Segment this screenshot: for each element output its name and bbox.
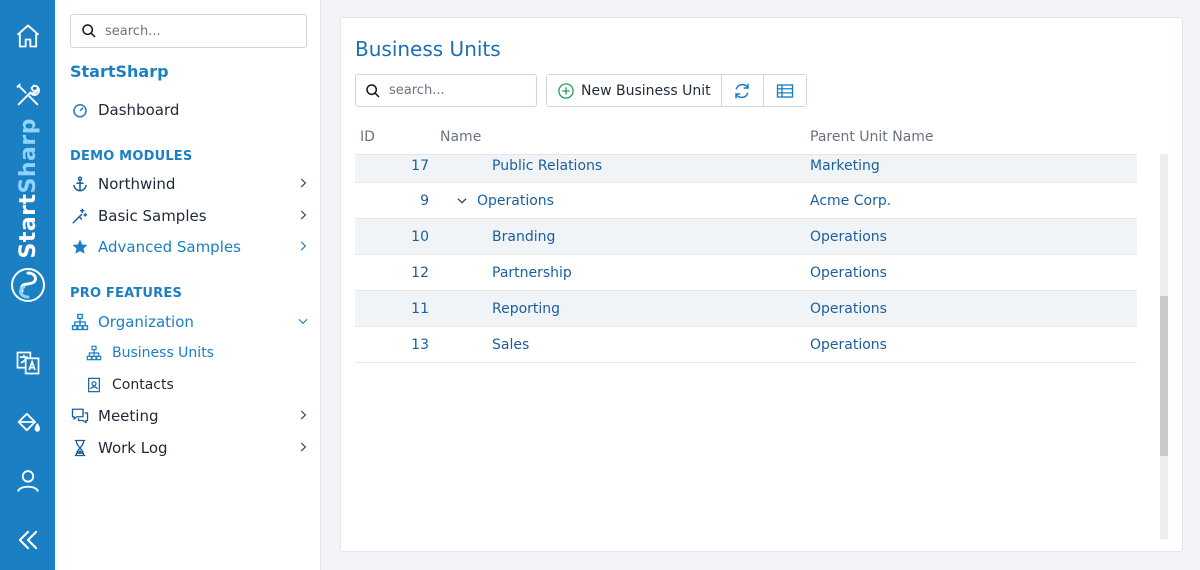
table-row[interactable]: 17 Public Relations Marketing [355, 154, 1137, 183]
nav-basic-samples[interactable]: Basic Samples [70, 203, 310, 229]
chat-icon [70, 406, 90, 426]
new-business-unit-button[interactable]: New Business Unit [547, 75, 722, 106]
nav-work-log[interactable]: Work Log [70, 435, 310, 461]
org-chart-icon [84, 343, 104, 363]
section-pro-features: PRO FEATURES [70, 286, 183, 301]
cell-name[interactable]: Branding [492, 229, 555, 245]
search-icon [366, 83, 380, 98]
logo-swirl-icon [11, 267, 45, 302]
translate-icon[interactable] [0, 343, 55, 383]
wand-icon [70, 206, 90, 226]
cell-parent[interactable]: Marketing [810, 158, 880, 174]
refresh-button[interactable] [721, 75, 764, 106]
column-picker-button[interactable] [763, 75, 806, 106]
grid-toolbar: New Business Unit [546, 74, 807, 107]
nav-dashboard[interactable]: Dashboard [70, 97, 310, 123]
nav-business-units-label: Business Units [112, 345, 214, 361]
nav-dashboard-label: Dashboard [98, 101, 180, 119]
cell-id: 9 [420, 193, 429, 209]
brand-part-1: Start [15, 193, 41, 259]
star-icon [70, 237, 90, 257]
app-title[interactable]: StartSharp [70, 62, 169, 81]
cell-id: 17 [411, 158, 429, 174]
home-icon[interactable] [0, 16, 55, 56]
chevron-right-icon [300, 178, 307, 188]
cell-id: 11 [411, 301, 429, 317]
chevron-down-icon [298, 318, 308, 325]
brand-part-2: Sharp [15, 118, 41, 194]
contact-card-icon [84, 375, 104, 395]
nav-northwind-label: Northwind [98, 175, 176, 193]
nav-business-units[interactable]: Business Units [84, 341, 304, 365]
table-row[interactable]: 10 Branding Operations [355, 219, 1137, 255]
cell-parent[interactable]: Acme Corp. [810, 193, 891, 209]
sidebar-search[interactable] [70, 14, 307, 48]
chevron-right-icon [300, 210, 307, 220]
cell-name[interactable]: Operations [477, 193, 554, 209]
add-circle-icon [558, 82, 574, 99]
brand-logo: StartSharp [9, 118, 47, 318]
refresh-icon [735, 83, 749, 98]
nav-basic-samples-label: Basic Samples [98, 207, 207, 225]
table-row[interactable]: 11 Reporting Operations [355, 291, 1137, 327]
nav-work-log-label: Work Log [98, 439, 168, 457]
grid-search-input[interactable] [389, 83, 529, 98]
nav-contacts[interactable]: Contacts [84, 373, 304, 397]
table-row[interactable]: 9 Operations Acme Corp. [355, 183, 1137, 219]
column-header-name[interactable]: Name [440, 129, 481, 145]
cell-id: 12 [411, 265, 429, 281]
column-header-id[interactable]: ID [360, 129, 375, 145]
cell-name[interactable]: Reporting [492, 301, 560, 317]
paint-bucket-icon[interactable] [0, 402, 55, 442]
nav-advanced-samples-label: Advanced Samples [98, 238, 241, 256]
column-header-parent[interactable]: Parent Unit Name [810, 129, 934, 145]
cell-name[interactable]: Partnership [492, 265, 572, 281]
chevron-right-icon [300, 241, 307, 251]
app-rail: StartSharp [0, 0, 55, 570]
dashboard-icon [70, 100, 90, 120]
table-row[interactable]: 12 Partnership Operations [355, 255, 1137, 291]
anchor-icon [70, 174, 90, 194]
grid-body: 17 Public Relations Marketing 9 Operatio… [355, 154, 1137, 363]
section-demo-modules: DEMO MODULES [70, 149, 193, 164]
cell-id: 13 [411, 337, 429, 353]
nav-meeting-label: Meeting [98, 407, 159, 425]
hourglass-icon [70, 438, 90, 458]
cell-parent[interactable]: Operations [810, 265, 887, 281]
new-business-unit-label: New Business Unit [581, 82, 711, 99]
main-panel: Business Units New Business Unit ID Name… [340, 17, 1183, 552]
grid-scrollbar[interactable] [1160, 154, 1168, 539]
user-icon[interactable] [0, 461, 55, 501]
sidebar: StartSharp Dashboard DEMO MODULES Northw… [55, 0, 321, 570]
grid-scrollbar-thumb[interactable] [1160, 296, 1168, 456]
sidebar-search-input[interactable] [105, 23, 295, 39]
cell-name-group: Operations [455, 193, 554, 209]
cell-parent[interactable]: Operations [810, 301, 887, 317]
grid-search[interactable] [355, 74, 537, 107]
chevron-right-icon [300, 410, 307, 420]
search-icon [82, 24, 96, 38]
table-columns-icon [776, 83, 793, 98]
chevron-right-icon [300, 442, 307, 452]
nav-organization-label: Organization [98, 313, 194, 331]
nav-advanced-samples[interactable]: Advanced Samples [70, 234, 310, 260]
cell-name[interactable]: Public Relations [492, 158, 602, 174]
cell-parent[interactable]: Operations [810, 337, 887, 353]
page-title: Business Units [355, 37, 501, 61]
tools-icon[interactable] [0, 75, 55, 115]
nav-organization[interactable]: Organization [70, 309, 310, 335]
org-chart-icon [70, 312, 90, 332]
table-row[interactable]: 13 Sales Operations [355, 327, 1137, 363]
cell-id: 10 [411, 229, 429, 245]
chevron-down-icon[interactable] [455, 194, 469, 208]
nav-meeting[interactable]: Meeting [70, 403, 310, 429]
collapse-icon[interactable] [0, 520, 55, 560]
cell-name[interactable]: Sales [492, 337, 529, 353]
cell-parent[interactable]: Operations [810, 229, 887, 245]
nav-contacts-label: Contacts [112, 377, 174, 393]
nav-northwind[interactable]: Northwind [70, 171, 310, 197]
